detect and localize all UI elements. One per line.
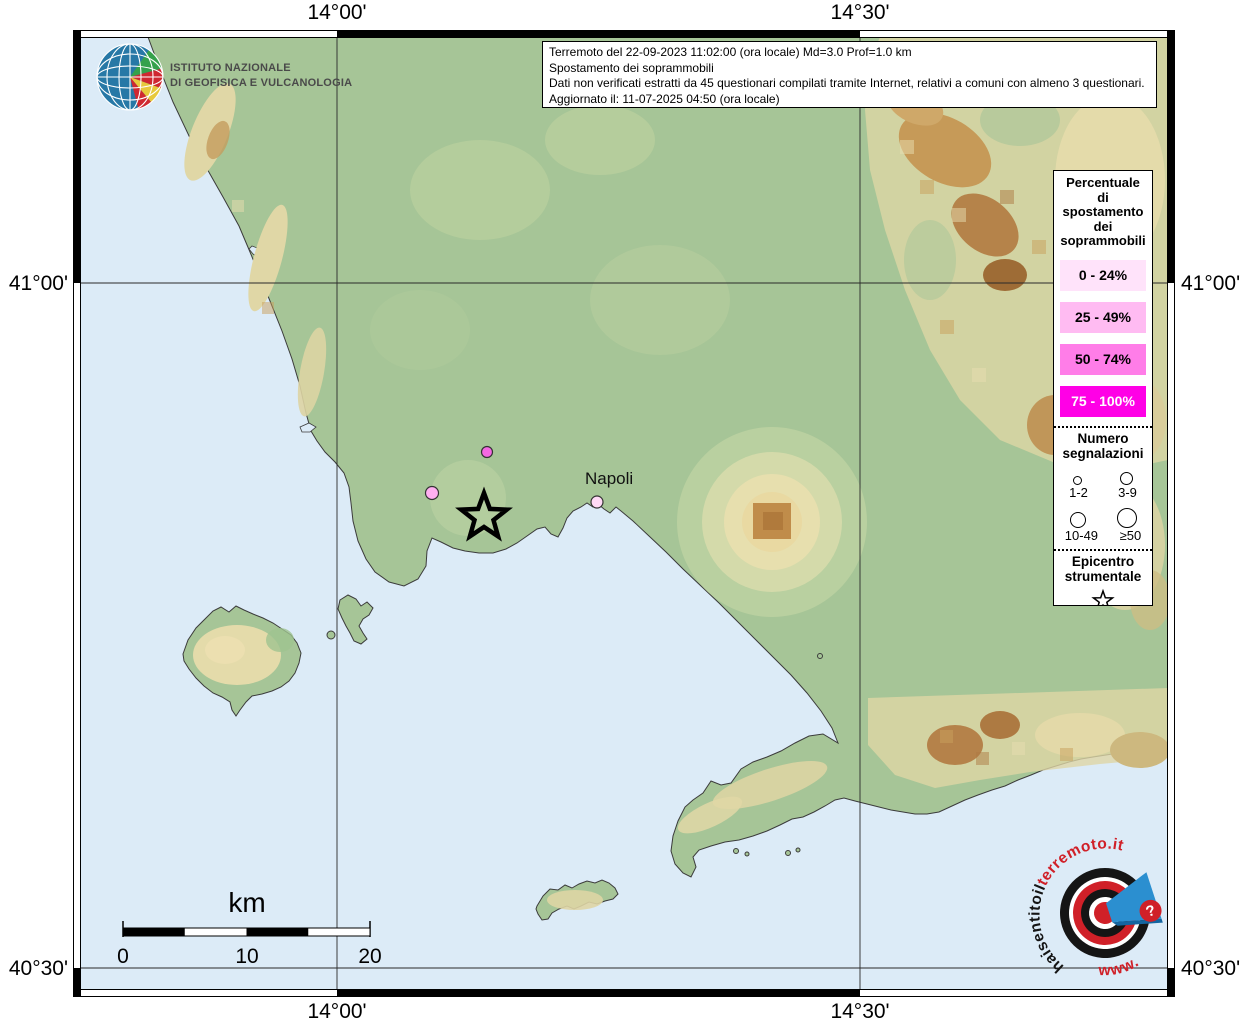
legend-swatch-0-24: 0 - 24% xyxy=(1060,259,1146,291)
coord-bottom-left: 14°00' xyxy=(307,1000,366,1023)
ingv-name-line1: ISTITUTO NAZIONALE xyxy=(170,62,291,74)
marker-circle-25-49 xyxy=(424,485,440,501)
epicenter-legend-star-icon xyxy=(1091,588,1115,605)
coord-right-top: 41°00' xyxy=(1181,272,1240,295)
legend-separator-1 xyxy=(1054,425,1152,428)
island-vivara xyxy=(326,630,336,640)
ingv-logo xyxy=(96,43,164,111)
scale-tick-10: 10 xyxy=(235,945,258,968)
legend-swatch-50-74: 50 - 74% xyxy=(1060,343,1146,375)
earthquake-info-box: Terremoto del 22-09-2023 11:02:00 (ora l… xyxy=(542,41,1157,108)
coord-left-top: 41°00' xyxy=(9,272,68,295)
ingv-institute-name: ISTITUTO NAZIONALE DI GEOFISICA E VULCAN… xyxy=(170,61,352,91)
info-line-effect: Spostamento dei soprammobili xyxy=(549,60,714,75)
coord-top-right: 14°30' xyxy=(830,1,889,24)
ingv-name-line2: DI GEOFISICA E VULCANOLOGIA xyxy=(170,77,353,89)
coord-left-bottom: 40°30' xyxy=(9,957,68,980)
info-line-source: Dati non verificati estratti da 45 quest… xyxy=(549,76,1145,90)
signal-labels-row-1: 1-2 3-9 xyxy=(1069,484,1137,500)
legend-separator-2 xyxy=(1054,548,1152,551)
city-label-napoli: Napoli xyxy=(585,469,633,488)
signal-circles-row-2 xyxy=(1054,504,1152,528)
scale-tick-0: 0 xyxy=(117,945,129,968)
legend-swatch-25-49: 25 - 49% xyxy=(1060,301,1146,333)
info-line-event: Terremoto del 22-09-2023 11:02:00 (ora l… xyxy=(549,45,912,59)
scale-bar-unit: km xyxy=(228,887,265,918)
ingv-globe-grid xyxy=(96,43,164,111)
haisentitoilterremoto-map-page: { "branding": { "institute_line1": "ISTI… xyxy=(0,0,1255,1024)
legend-title: Percentuale di spostamento dei soprammob… xyxy=(1060,175,1146,248)
signal-circles-row-1 xyxy=(1054,465,1152,485)
scale-tick-20: 20 xyxy=(358,945,381,968)
signal-circle-50plus-icon xyxy=(1116,507,1137,528)
signal-labels-row-2: 10-49 ≥50 xyxy=(1064,527,1142,543)
signals-title: Numero segnalazioni xyxy=(1062,430,1144,461)
signal-circle-10-49-icon xyxy=(1069,511,1086,528)
legend-swatch-75-100: 75 - 100% xyxy=(1060,385,1146,417)
legend-panel: Percentuale di spostamento dei soprammob… xyxy=(1053,170,1153,606)
signal-circle-3-9-icon xyxy=(1120,471,1133,485)
info-line-updated: Aggiornato il: 11-07-2025 04:50 (ora loc… xyxy=(549,91,780,106)
epicenter-title: Epicentro strumentale xyxy=(1064,553,1142,584)
coord-bottom-right: 14°30' xyxy=(830,1000,889,1023)
coord-right-bottom: 40°30' xyxy=(1181,957,1240,980)
map-interior: km 0 10 20 Napoli ? haisentitoilterremot… xyxy=(80,37,1168,990)
signal-circle-1-2-icon xyxy=(1073,475,1082,485)
coord-top-left: 14°00' xyxy=(307,1,366,24)
marker-circle-50-74 xyxy=(480,445,494,459)
marker-circle-0-24-napoli xyxy=(590,495,604,509)
